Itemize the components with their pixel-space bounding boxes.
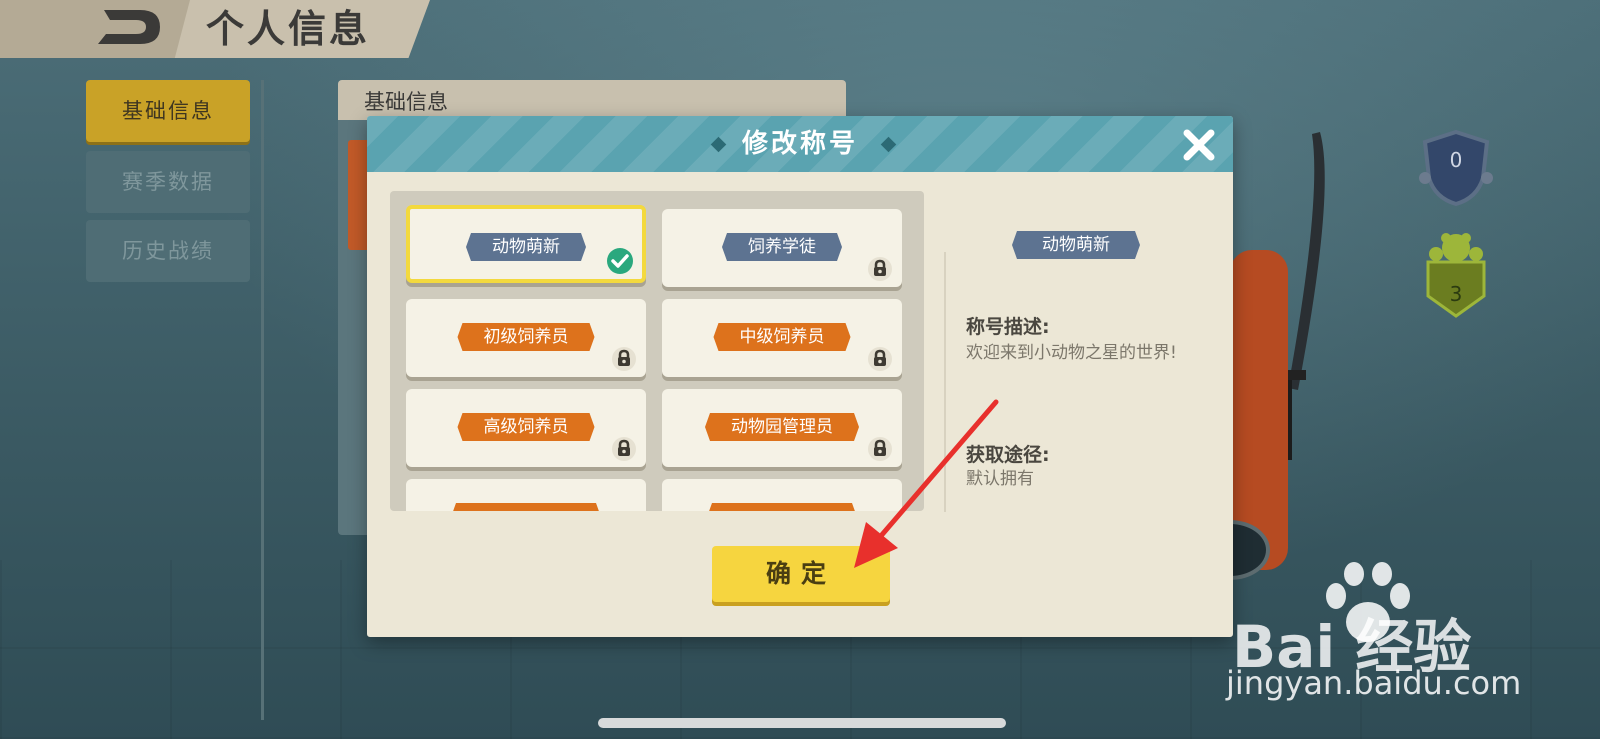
title-card-intermediate-keeper[interactable]: 中级饲养员 [662,299,902,377]
back-icon[interactable] [96,6,164,48]
description-text: 欢迎来到小动物之星的世界! [966,343,1177,363]
sidebar-item-season-data[interactable]: 赛季数据 [86,151,250,213]
title-tag [707,503,857,511]
title-tag: 中级饲养员 [714,323,851,351]
title-tag: 动物园管理员 [705,413,859,441]
sidebar-item-match-history[interactable]: 历史战绩 [86,220,250,282]
title-card-senior-keeper[interactable]: 高级饲养员 [406,389,646,467]
dialog-title: 修改称号 [741,129,858,159]
sidebar-divider [261,80,264,720]
sidebar-item-basic-info[interactable]: 基础信息 [86,80,250,142]
title-tag: 动物萌新 [466,233,586,261]
paw-count: 3 [1449,282,1463,306]
page-title: 个人信息 [206,7,371,51]
lock-icon [868,257,892,281]
lock-icon [612,347,636,371]
background-panel-title: 基础信息 [338,80,846,120]
title-card-junior-keeper[interactable]: 初级饲养员 [406,299,646,377]
selected-title-tag: 动物萌新 [1012,231,1140,259]
description-label: 称号描述: [966,316,1050,338]
title-card-animal-newbie[interactable]: 动物萌新 [406,205,646,283]
title-tag: 高级饲养员 [458,413,595,441]
title-card-apprentice[interactable]: 饲养学徒 [662,209,902,287]
title-tag: 初级饲养员 [458,323,595,351]
home-indicator[interactable] [598,718,1006,728]
annotation-arrow-icon [854,399,999,568]
title-tag [451,503,601,511]
title-card-partial[interactable] [406,479,646,511]
lock-icon [612,437,636,461]
title-tag: 饲养学徒 [722,233,842,261]
check-icon [607,248,633,274]
watermark-url: jingyan.baidu.com [1226,664,1522,702]
shield-count: 0 [1449,148,1463,172]
lock-icon [868,347,892,371]
close-icon[interactable] [1182,128,1216,162]
